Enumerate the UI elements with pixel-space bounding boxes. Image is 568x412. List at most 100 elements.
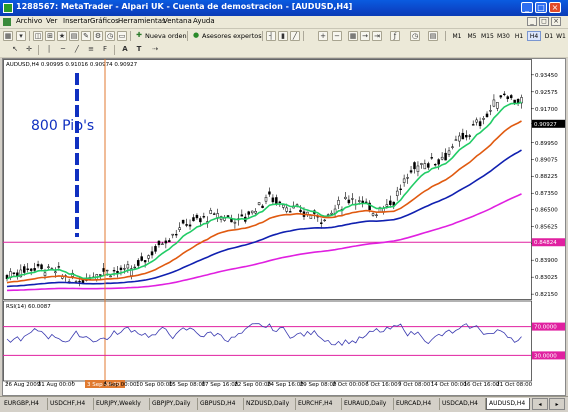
menu-file[interactable]: Archivo (16, 17, 42, 25)
new-chart-icon[interactable]: ▦ (3, 31, 13, 41)
ema-mid-line (6, 120, 522, 284)
minimize-button[interactable]: _ (521, 2, 533, 13)
candle-body (496, 102, 499, 109)
fibonacci-icon[interactable]: F (100, 45, 110, 55)
candle-body (465, 135, 468, 138)
experts-icon[interactable]: ● (191, 31, 201, 41)
tab-usdcad-h4[interactable]: USDCAD,H4 (440, 398, 486, 410)
candle-body (140, 256, 143, 261)
candle-body (36, 263, 40, 267)
chart-shift-icon[interactable]: ⇥ (372, 31, 382, 41)
candle-body (454, 139, 458, 141)
candle-body (209, 210, 212, 214)
date-tick-label: 17 Sep 16:00 (202, 382, 239, 388)
date-tick-label: 16 Oct 16:00 (464, 382, 500, 388)
options-icon[interactable]: ⚙ (93, 31, 103, 41)
candle-body (478, 121, 482, 127)
new-order-icon[interactable]: ✚ (134, 31, 144, 41)
maximize-button[interactable]: □ (535, 2, 547, 13)
mdi-minimize-button[interactable]: _ (527, 17, 537, 26)
timeframe-w1[interactable]: W1 (555, 31, 567, 41)
terminal-icon[interactable]: ▤ (69, 31, 79, 41)
line-chart-icon[interactable]: ╱ (290, 31, 300, 41)
menu-insert[interactable]: Insertar (63, 17, 90, 25)
market-watch-icon[interactable]: ◫ (33, 31, 43, 41)
candlestick-chart-icon[interactable]: ▮ (278, 31, 288, 41)
channel-icon[interactable]: ≡ (86, 45, 96, 55)
experts-button[interactable]: Asesores expertos (202, 31, 262, 41)
ema-slow-line (6, 149, 522, 288)
timeframe-m30[interactable]: M30 (496, 31, 510, 41)
candle-body (413, 162, 416, 170)
candle-body (105, 269, 109, 272)
tab-gbpjpy-daily[interactable]: GBPJPY,Daily (150, 398, 198, 410)
profiles-icon[interactable]: ▾ (16, 31, 26, 41)
date-tick-label: 26 Aug 2009 (5, 382, 41, 388)
candle-body (409, 170, 413, 173)
candle-body (344, 196, 347, 199)
menu-view[interactable]: Ver (46, 17, 57, 25)
rsi-header-label: RSI(14) 60.0087 (6, 304, 51, 310)
tabs-scroll-left[interactable]: ◂ (532, 398, 548, 410)
trendline-icon[interactable]: ╱ (72, 45, 82, 55)
zoom-out-icon[interactable]: − (332, 31, 342, 41)
menu-charts[interactable]: Gráficos (90, 17, 119, 25)
tile-windows-icon[interactable]: ▦ (348, 31, 358, 41)
tab-gbpusd-h4[interactable]: GBPUSD,H4 (198, 398, 244, 410)
horizontal-line-icon[interactable]: ─ (58, 45, 68, 55)
timeframe-m1[interactable]: M1 (450, 31, 464, 41)
candle-body (420, 163, 423, 165)
menu-window[interactable]: Ventana (163, 17, 192, 25)
tab-eurchf-h4[interactable]: EURCHF,H4 (296, 398, 342, 410)
tab-audusd-h4[interactable]: AUDUSD,H4 (486, 398, 530, 410)
candle-body (257, 202, 261, 205)
timeframe-h1[interactable]: H1 (512, 31, 526, 41)
main-plot-frame (3, 59, 532, 300)
tabs-scroll-right[interactable]: ▸ (549, 398, 565, 410)
cursor-icon[interactable]: ↖ (10, 45, 20, 55)
candle-body (199, 218, 202, 223)
text-label-icon[interactable]: T (134, 45, 144, 55)
bar-chart-icon[interactable]: ┤ (266, 31, 276, 41)
tab-euraud-daily[interactable]: EURAUD,Daily (342, 398, 394, 410)
timeframe-d1[interactable]: D1 (542, 31, 556, 41)
arrows-icon[interactable]: ⇢ (150, 45, 160, 55)
zoom-in-icon[interactable]: + (318, 31, 328, 41)
print-icon[interactable]: ▭ (117, 31, 127, 41)
autoscroll-icon[interactable]: → (360, 31, 370, 41)
crosshair-icon[interactable]: ✛ (24, 45, 34, 55)
candle-body (47, 266, 50, 268)
chart-canvas[interactable]: AUDUSD,H4 0.90995 0.91016 0.90974 0.9092… (3, 59, 565, 395)
timeframe-m5[interactable]: M5 (465, 31, 479, 41)
tab-eurgbp-h4[interactable]: EURGBP,H4 (2, 398, 48, 410)
tab-eurcad-h4[interactable]: EURCAD,H4 (394, 398, 440, 410)
candle-body (233, 221, 237, 224)
mdi-close-button[interactable]: × (551, 17, 561, 26)
tab-usdchf-h4[interactable]: USDCHF,H4 (48, 398, 94, 410)
templates-icon[interactable]: ▤ (428, 31, 438, 41)
navigator-icon[interactable]: ★ (57, 31, 67, 41)
tab-nzdusd-daily[interactable]: NZDUSD,Daily (244, 398, 296, 410)
periods-icon[interactable]: ◷ (410, 31, 420, 41)
close-button[interactable]: × (549, 2, 561, 13)
data-window-icon[interactable]: ⊞ (45, 31, 55, 41)
candle-body (247, 211, 250, 215)
candle-body (126, 264, 130, 269)
candle-body (261, 205, 264, 208)
candle-body (271, 197, 275, 203)
mdi-restore-button[interactable]: ◻ (539, 17, 549, 26)
candle-body (437, 159, 440, 165)
text-icon[interactable]: A (120, 45, 130, 55)
chart-window[interactable]: AUDUSD,H4 0.90995 0.91016 0.90974 0.9092… (2, 58, 566, 396)
timeframe-m15[interactable]: M15 (480, 31, 494, 41)
candle-body (264, 197, 268, 202)
new-order-button[interactable]: Nueva orden (145, 31, 187, 41)
history-icon[interactable]: ◷ (105, 31, 115, 41)
vertical-line-icon[interactable]: │ (44, 45, 54, 55)
strategy-tester-icon[interactable]: ✎ (81, 31, 91, 41)
indicators-icon[interactable]: ƒ (390, 31, 400, 41)
timeframe-h4[interactable]: H4 (527, 31, 541, 41)
menu-help[interactable]: Ayuda (193, 17, 215, 25)
tab-eurjpy-weekly[interactable]: EURJPY,Weekly (94, 398, 150, 410)
menu-tools[interactable]: Herramientas (118, 17, 166, 25)
